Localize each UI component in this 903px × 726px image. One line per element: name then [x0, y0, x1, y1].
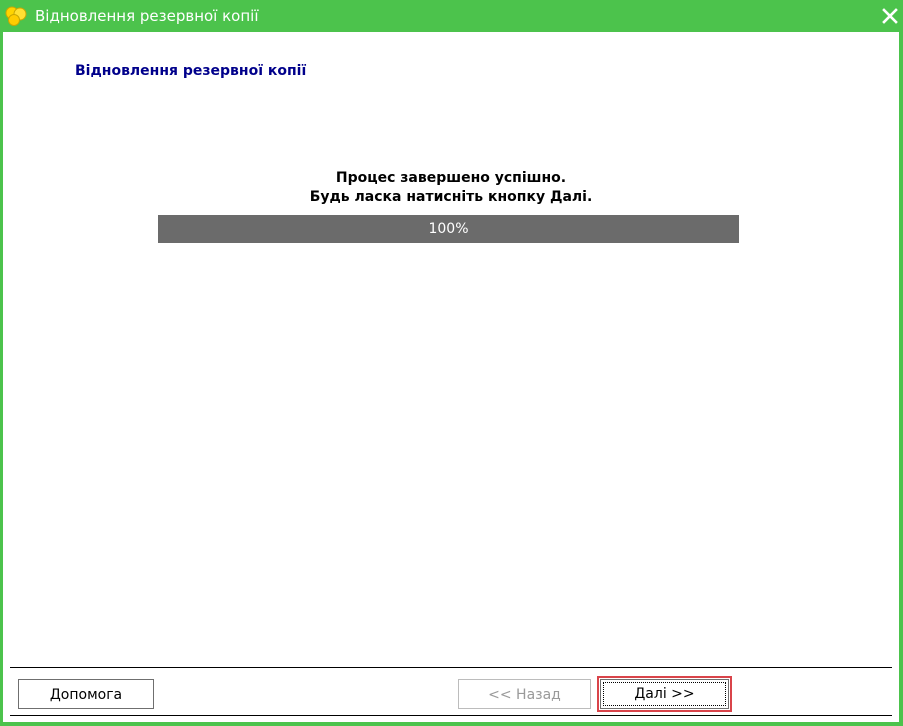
progress-percent-label: 100%	[428, 221, 469, 237]
title-bar[interactable]: Відновлення резервної копії	[0, 0, 903, 32]
footer-divider	[10, 667, 892, 668]
progress-bar: 100%	[158, 215, 739, 243]
app-logo-icon	[5, 6, 27, 26]
wizard-content: Відновлення резервної копії Процес завер…	[3, 32, 899, 722]
restore-backup-window: Відновлення резервної копії Відновлення …	[0, 0, 903, 726]
close-icon[interactable]	[880, 6, 900, 26]
window-title: Відновлення резервної копії	[35, 7, 259, 25]
help-button[interactable]: Допомога	[18, 679, 154, 709]
next-button[interactable]: Далі >>	[597, 676, 732, 712]
bottom-divider	[10, 715, 892, 716]
status-message-line-2: Будь ласка натисніть кнопку Далі.	[309, 189, 593, 205]
back-button[interactable]: << Назад	[458, 679, 591, 709]
status-message-line-1: Процес завершено успішно.	[335, 170, 567, 186]
page-title: Відновлення резервної копії	[75, 63, 307, 79]
next-button-label: Далі >>	[603, 682, 726, 706]
